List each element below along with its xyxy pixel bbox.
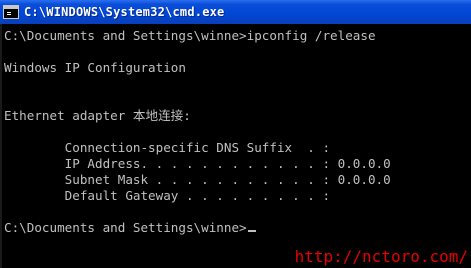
console-line-command: C:\Documents and Settings\winne>ipconfig…: [4, 28, 376, 43]
console-line-prompt[interactable]: C:\Documents and Settings\winne>: [4, 220, 256, 236]
title-bar[interactable]: C:\WINDOWS\System32\cmd.exe: [0, 0, 471, 24]
prompt-text: C:\Documents and Settings\winne>: [4, 220, 247, 235]
cmd-icon[interactable]: [3, 5, 19, 19]
console-line-ip-address: IP Address. . . . . . . . . . . . : 0.0.…: [4, 156, 391, 171]
cmd-window: C:\WINDOWS\System32\cmd.exe C:\Documents…: [0, 0, 471, 268]
console-line-gateway: Default Gateway . . . . . . . . . :: [4, 188, 331, 203]
console-area[interactable]: C:\Documents and Settings\winne>ipconfig…: [0, 24, 471, 268]
console-line-subnet: Subnet Mask . . . . . . . . . . . : 0.0.…: [4, 172, 391, 187]
window-title: C:\WINDOWS\System32\cmd.exe: [24, 5, 225, 19]
text-cursor: [247, 230, 256, 232]
console-line-heading: Windows IP Configuration: [4, 60, 186, 75]
console-line-adapter: Ethernet adapter 本地连接:: [4, 108, 191, 123]
watermark-text: http://nctoro.com/: [294, 247, 468, 266]
console-line-dns-suffix: Connection-specific DNS Suffix . :: [4, 140, 331, 155]
